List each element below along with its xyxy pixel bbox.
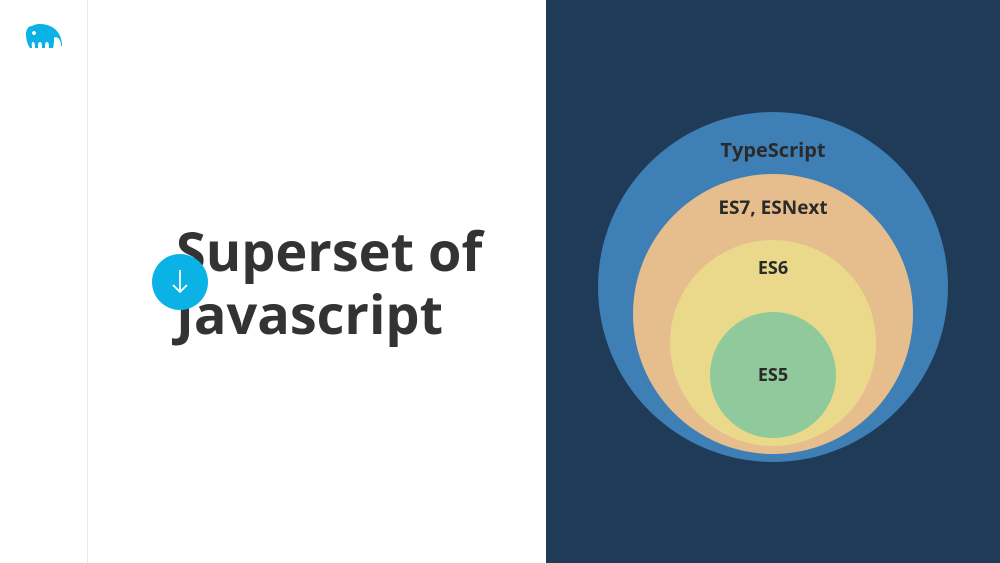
arrow-down-icon bbox=[152, 254, 208, 310]
slide-title: Superset ofJavascript bbox=[176, 219, 482, 343]
ring-es5: ES5 bbox=[710, 312, 836, 438]
ring-label-typescript: TypeScript bbox=[598, 136, 948, 163]
ring-label-es5: ES5 bbox=[710, 363, 836, 387]
slide: Superset ofJavascript TypeScript ES7, ES… bbox=[0, 0, 1000, 563]
sidebar bbox=[0, 0, 88, 563]
ring-label-es7-esnext: ES7, ESNext bbox=[633, 194, 913, 220]
title-panel: Superset ofJavascript bbox=[88, 0, 546, 563]
elephant-logo bbox=[26, 22, 62, 52]
diagram-panel: TypeScript ES7, ESNext ES6 ES5 bbox=[546, 0, 1000, 563]
ring-label-es6: ES6 bbox=[670, 256, 876, 280]
